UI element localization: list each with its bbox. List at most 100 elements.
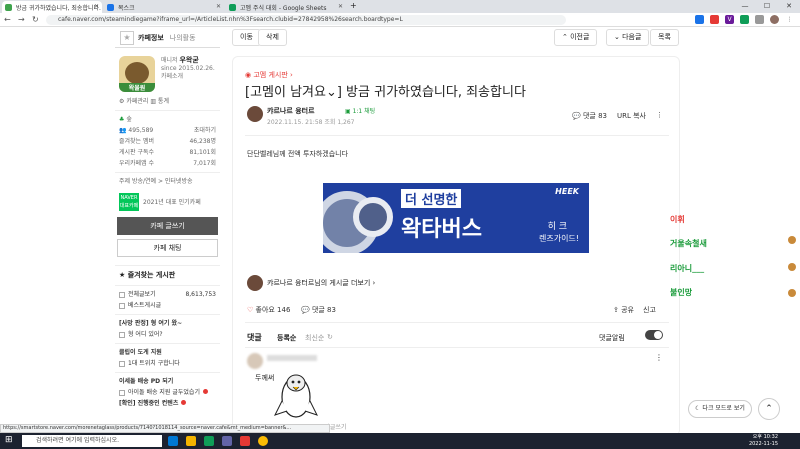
chat-emote — [788, 263, 796, 271]
close-window-button[interactable]: ✕ — [778, 0, 800, 13]
back-icon[interactable]: ← — [4, 15, 11, 24]
comment-button[interactable]: 💬 댓글 83 — [301, 305, 336, 315]
board-link[interactable]: ◉ 고멤 게시판 › — [245, 70, 293, 80]
close-icon[interactable]: ✕ — [94, 3, 99, 10]
article-meta: 2022.11.15. 21:58 조회 1,267 — [267, 119, 355, 126]
star-icon[interactable]: ★ — [120, 30, 134, 45]
minimize-button[interactable]: — — [734, 0, 756, 13]
profile-avatar[interactable] — [770, 15, 779, 24]
taskbar-search-input[interactable]: 검색하려면 여기에 입력하십시오. — [22, 435, 162, 447]
manager-label: 매니저 — [161, 57, 178, 64]
url-copy-button[interactable]: URL 복사 — [617, 111, 646, 121]
ad-banner[interactable]: 더 선명한 왁타버스 HEEK 히 크 렌즈가이드! — [323, 183, 589, 253]
browser-tab-active[interactable]: 방금 귀가하였습니다, 죄송합니다. ✕ — [2, 1, 102, 13]
menu-item[interactable]: 아이돌 배송 지원 글두었습기 — [115, 387, 220, 398]
folder-icon[interactable] — [186, 436, 196, 446]
cafe-manage-link[interactable]: 카페관리 — [126, 98, 148, 105]
chat-username: 리아니___ — [670, 264, 705, 273]
chat-link[interactable]: ▣ 1:1 채팅 — [345, 106, 375, 115]
cafe-profile: 왁물원 매니저 우왁굳 since 2015.02.26. 카페소개 — [115, 56, 220, 92]
menu-item[interactable]: 1대 트위치 구합니다 — [115, 358, 220, 369]
best-posts-link[interactable]: 베스트게시글 — [115, 300, 220, 311]
chrome-icon[interactable] — [258, 436, 268, 446]
extension-icon[interactable] — [710, 15, 719, 24]
cafe-sidebar: ★ 카페정보 나의활동 왁물원 매니저 우왁굳 since 2015.02.26… — [115, 28, 220, 428]
extension-icon[interactable]: V — [725, 15, 734, 24]
comment-icon: 💬 — [572, 112, 581, 120]
refresh-icon[interactable]: ↻ — [327, 333, 333, 341]
forward-icon[interactable]: → — [18, 15, 25, 24]
app-icon[interactable] — [204, 436, 214, 446]
manager-name[interactable]: 우왁굳 — [179, 56, 198, 64]
cafe-chat-button[interactable]: 카페 채팅 — [117, 239, 218, 257]
move-button[interactable]: 이동 — [232, 29, 261, 46]
reload-icon[interactable]: ↻ — [32, 15, 39, 24]
list-button[interactable]: 목록 — [650, 29, 679, 46]
extension-icon[interactable] — [740, 15, 749, 24]
author-more-posts-link[interactable]: 캬르나르 융터르님의 게시글 더보기 › — [267, 278, 375, 288]
theme-line: 주제 방송/연예 > 인터넷방송 — [119, 178, 193, 185]
browser-tab-bar: 방금 귀가하였습니다, 죄송합니다. ✕ 목스크 ✕ 고멤 주식 대회 - Go… — [0, 0, 800, 13]
article-body: 단단벨레님께 전액 투자하겠습니다 — [247, 150, 349, 158]
cafe-intro-link[interactable]: 카페소개 — [161, 73, 215, 81]
tab-my-activity[interactable]: 나의활동 — [170, 33, 196, 43]
menu-item[interactable]: 이세돌 배송 PD 되기 — [115, 376, 220, 387]
taskbar: ⊞ 검색하려면 여기에 입력하십시오. 오후 10:32 2022-11-15 — [0, 433, 800, 449]
naver-badge: NAVER 대표카페 — [119, 193, 139, 211]
stats-link[interactable]: 통계 — [158, 98, 169, 105]
puzzle-icon[interactable] — [755, 15, 764, 24]
author-name[interactable]: 캬르나르 융터르 — [267, 106, 315, 116]
comments-header: 댓글 — [247, 333, 262, 342]
author-avatar[interactable] — [247, 275, 263, 291]
comments-link[interactable]: 💬 댓글 83 — [572, 111, 607, 121]
write-post-button[interactable]: 카페 글쓰기 — [117, 217, 218, 235]
share-button[interactable]: ⇪ 공유 — [613, 305, 634, 315]
next-post-button[interactable]: ⌄ 다음글 — [606, 29, 650, 46]
penguin-sticker — [274, 374, 318, 418]
more-icon[interactable]: ⋮ — [655, 353, 663, 362]
brand-logo: HEEK — [555, 187, 579, 196]
taskbar-clock[interactable]: 오후 10:32 2022-11-15 — [749, 434, 778, 448]
delete-button[interactable]: 삭제 — [258, 29, 287, 46]
all-posts-link[interactable]: 전체글보기 8,613,753 — [115, 289, 220, 300]
commenter-name[interactable] — [267, 355, 317, 361]
menu-item[interactable]: [사망 판정] 형 여기 왔~ — [115, 318, 220, 329]
sort-registered[interactable]: 등록순 — [277, 333, 296, 343]
star-icon: ★ — [119, 271, 126, 279]
like-button[interactable]: ♡ 좋아요 146 — [247, 305, 290, 315]
board-icon: ◉ — [245, 71, 252, 79]
menu-item[interactable]: 형 어디 있어? — [115, 329, 220, 340]
menu-icon[interactable]: ⋮ — [785, 15, 794, 24]
menu-item[interactable]: 클립이 도게 지원 — [115, 347, 220, 358]
extension-icon[interactable] — [695, 15, 704, 24]
report-button[interactable]: 신고 — [643, 305, 656, 315]
sort-newest[interactable]: 최신순 — [305, 333, 324, 343]
live-chat-overlay: 이휘 거울속철새 리아니___ 불인망 — [668, 214, 800, 314]
edge-icon[interactable] — [168, 436, 178, 446]
tab-cafe-info[interactable]: 카페정보 — [138, 33, 164, 43]
scroll-top-button[interactable]: ⌃ — [758, 398, 780, 420]
close-icon[interactable]: ✕ — [338, 3, 343, 10]
browser-tab[interactable]: 목스크 ✕ — [104, 1, 224, 13]
more-icon[interactable]: ⋮ — [656, 111, 663, 121]
invite-link[interactable]: 초대하기 — [194, 125, 216, 136]
article-toolbar: 이동 삭제 ⌃ 이전글 ⌄ 다음글 목록 — [232, 29, 682, 47]
new-tab-button[interactable]: + — [350, 1, 357, 10]
members-count[interactable]: 495,589 — [128, 127, 153, 134]
menu-item[interactable]: [확인] 진행중인 컨텐츠 — [115, 398, 220, 409]
browser-tab[interactable]: 고멤 주식 대회 - Google Sheets ✕ — [226, 1, 346, 13]
close-icon[interactable]: ✕ — [216, 3, 221, 10]
app-icon[interactable] — [240, 436, 250, 446]
chat-username: 불인망 — [670, 288, 693, 297]
maximize-button[interactable]: ☐ — [756, 0, 778, 13]
prev-post-button[interactable]: ⌃ 이전글 — [554, 29, 598, 46]
dark-mode-button[interactable]: ☾ 다크 모드로 보기 — [688, 400, 752, 418]
heart-icon: ♡ — [247, 306, 254, 314]
chevron-up-icon: ⌃ — [562, 33, 568, 41]
fav-board-header: ★ 즐겨찾는 게시판 — [119, 271, 176, 279]
author-avatar[interactable] — [247, 106, 263, 122]
url-input[interactable]: cafe.naver.com/steamindiegame?iframe_url… — [46, 15, 566, 25]
app-icon[interactable] — [222, 436, 232, 446]
comment-alert-toggle[interactable] — [645, 330, 663, 340]
windows-start-icon[interactable]: ⊞ — [5, 435, 15, 445]
